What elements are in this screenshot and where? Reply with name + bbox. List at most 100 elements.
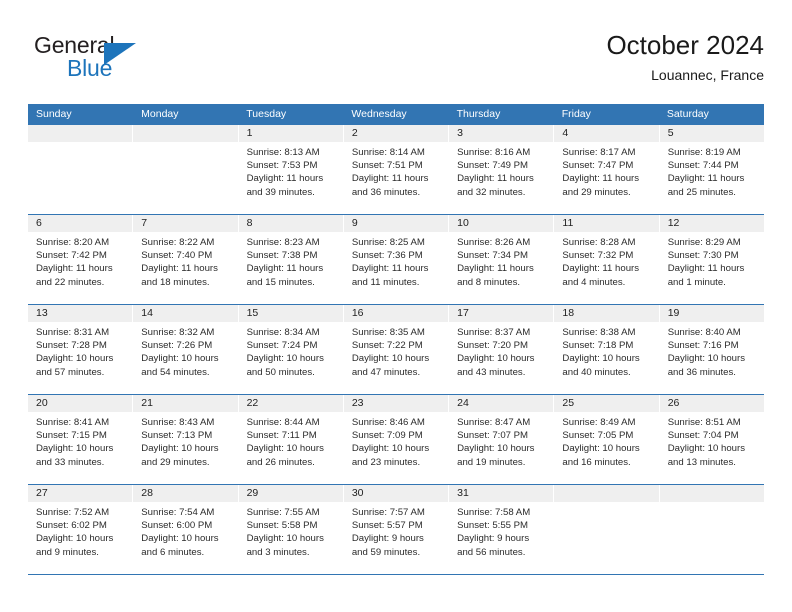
day-cell-16[interactable]: 16 Sunrise: 8:35 AM Sunset: 7:22 PM Dayligh… xyxy=(343,305,450,394)
day-number xyxy=(659,485,764,502)
day-details: Sunrise: 8:25 AM Sunset: 7:36 PM Daylight:… xyxy=(344,232,448,289)
sunrise-text: Sunrise: 7:58 AM xyxy=(457,507,531,518)
day-cell-8[interactable]: 8 Sunrise: 8:23 AM Sunset: 7:38 PM Daylight… xyxy=(238,215,344,304)
day-cell-30[interactable]: 30 Sunrise: 7:57 AM Sunset: 5:57 PM Dayligh… xyxy=(343,485,450,574)
day-details: Sunrise: 8:38 AM Sunset: 7:18 PM Daylight:… xyxy=(554,322,658,379)
sunrise-text: Sunrise: 7:52 AM xyxy=(36,507,110,518)
daylight-text: Daylight: 11 hours and 1 minute. xyxy=(667,263,745,288)
day-details: Sunrise: 8:44 AM Sunset: 7:11 PM Daylight:… xyxy=(239,412,343,469)
day-details: Sunrise: 8:29 AM Sunset: 7:30 PM Daylight:… xyxy=(660,232,764,289)
day-cell-1[interactable]: 1 Sunrise: 8:13 AM Sunset: 7:53 PM Daylight… xyxy=(238,125,344,214)
calendar-week-row: 27 Sunrise: 7:52 AM Sunset: 6:02 PM Dayligh… xyxy=(28,484,764,574)
day-details: Sunrise: 7:58 AM Sunset: 5:55 PM Daylight:… xyxy=(449,502,553,559)
day-number: 12 xyxy=(659,215,764,232)
day-cell-6[interactable]: 6 Sunrise: 8:20 AM Sunset: 7:42 PM Daylight… xyxy=(28,215,134,304)
day-cell-17[interactable]: 17 Sunrise: 8:37 AM Sunset: 7:20 PM Dayligh… xyxy=(449,305,555,394)
sunrise-text: Sunrise: 8:41 AM xyxy=(36,417,110,428)
sunrise-text: Sunrise: 8:46 AM xyxy=(351,417,425,428)
day-cell-23[interactable]: 23 Sunrise: 8:46 AM Sunset: 7:09 PM Dayligh… xyxy=(343,395,450,484)
brand-logo[interactable]: General Blue xyxy=(34,32,224,94)
daylight-text: Daylight: 10 hours and 3 minutes. xyxy=(246,533,324,558)
sunrise-text: Sunrise: 8:25 AM xyxy=(351,237,425,248)
day-details: Sunrise: 8:16 AM Sunset: 7:49 PM Daylight:… xyxy=(449,142,553,199)
sunset-text: Sunset: 7:26 PM xyxy=(141,340,213,352)
day-details: Sunrise: 8:49 AM Sunset: 7:05 PM Daylight:… xyxy=(554,412,658,469)
day-number: 8 xyxy=(238,215,343,232)
sunset-text: Sunset: 7:36 PM xyxy=(351,250,423,262)
daylight-text: Daylight: 10 hours and 9 minutes. xyxy=(36,533,114,558)
daylight-text: Daylight: 10 hours and 16 minutes. xyxy=(562,443,640,468)
day-cell-empty xyxy=(554,485,660,574)
day-number: 14 xyxy=(133,305,238,322)
page-header: General Blue October 2024 Louannec, Fran… xyxy=(28,28,764,96)
daylight-text: Daylight: 10 hours and 13 minutes. xyxy=(667,443,746,468)
calendar-grid: Sunday Monday Tuesday Wednesday Thursday Frid… xyxy=(28,104,764,575)
day-cell-19[interactable]: 19 Sunrise: 8:40 AM Sunset: 7:16 PM Dayligh… xyxy=(659,305,764,394)
day-cell-5[interactable]: 5 Sunrise: 8:19 AM Sunset: 7:44 PM Daylight… xyxy=(659,125,764,214)
sunset-text: Sunset: 5:55 PM xyxy=(457,520,529,532)
day-cell-14[interactable]: 14 Sunrise: 8:32 AM Sunset: 7:26 PM Dayligh… xyxy=(133,305,239,394)
sunrise-text: Sunrise: 8:44 AM xyxy=(246,417,320,428)
day-cell-21[interactable]: 21 Sunrise: 8:43 AM Sunset: 7:13 PM Dayligh… xyxy=(133,395,239,484)
sunset-text: Sunset: 7:07 PM xyxy=(457,430,529,442)
day-cell-3[interactable]: 3 Sunrise: 8:16 AM Sunset: 7:49 PM Daylight… xyxy=(449,125,555,214)
day-number: 31 xyxy=(449,485,554,502)
day-details: Sunrise: 8:31 AM Sunset: 7:28 PM Daylight:… xyxy=(28,322,132,379)
day-details: Sunrise: 8:37 AM Sunset: 7:20 PM Daylight:… xyxy=(449,322,553,379)
day-cell-25[interactable]: 25 Sunrise: 8:49 AM Sunset: 7:05 PM Dayligh… xyxy=(554,395,660,484)
day-cell-12[interactable]: 12 Sunrise: 8:29 AM Sunset: 7:30 PM Dayligh… xyxy=(659,215,764,304)
day-number: 1 xyxy=(238,125,343,142)
sunrise-text: Sunrise: 8:35 AM xyxy=(351,327,425,338)
day-number xyxy=(28,125,133,142)
day-cell-15[interactable]: 15 Sunrise: 8:34 AM Sunset: 7:24 PM Dayligh… xyxy=(238,305,344,394)
day-cell-11[interactable]: 11 Sunrise: 8:28 AM Sunset: 7:32 PM Dayligh… xyxy=(554,215,660,304)
day-number: 18 xyxy=(554,305,659,322)
sunrise-text: Sunrise: 8:17 AM xyxy=(562,147,636,158)
day-cell-2[interactable]: 2 Sunrise: 8:14 AM Sunset: 7:51 PM Daylight… xyxy=(343,125,450,214)
day-details: Sunrise: 8:43 AM Sunset: 7:13 PM Daylight:… xyxy=(133,412,237,469)
day-cell-26[interactable]: 26 Sunrise: 8:51 AM Sunset: 7:04 PM Dayligh… xyxy=(659,395,764,484)
sunrise-text: Sunrise: 8:34 AM xyxy=(246,327,320,338)
weekday-header-saturday: Saturday xyxy=(666,108,709,120)
day-cell-10[interactable]: 10 Sunrise: 8:26 AM Sunset: 7:34 PM Dayligh… xyxy=(449,215,555,304)
calendar-week-row: 6 Sunrise: 8:20 AM Sunset: 7:42 PM Daylight… xyxy=(28,214,764,304)
weekday-header-friday: Friday xyxy=(561,108,591,120)
page-title: October 2024 xyxy=(606,30,764,60)
day-number: 15 xyxy=(238,305,343,322)
day-details: Sunrise: 8:47 AM Sunset: 7:07 PM Daylight:… xyxy=(449,412,553,469)
day-number xyxy=(133,125,238,142)
day-cell-28[interactable]: 28 Sunrise: 7:54 AM Sunset: 6:00 PM Dayligh… xyxy=(133,485,239,574)
day-details: Sunrise: 7:54 AM Sunset: 6:00 PM Daylight:… xyxy=(133,502,237,559)
day-cell-13[interactable]: 13 Sunrise: 8:31 AM Sunset: 7:28 PM Dayligh… xyxy=(28,305,134,394)
weekday-header-monday: Monday xyxy=(141,108,179,120)
sunrise-text: Sunrise: 7:55 AM xyxy=(246,507,320,518)
sunset-text: Sunset: 5:57 PM xyxy=(351,520,423,532)
sunrise-text: Sunrise: 7:54 AM xyxy=(141,507,215,518)
day-number: 25 xyxy=(554,395,659,412)
daylight-text: Daylight: 10 hours and 43 minutes. xyxy=(457,353,535,378)
day-cell-18[interactable]: 18 Sunrise: 8:38 AM Sunset: 7:18 PM Dayligh… xyxy=(554,305,660,394)
day-details: Sunrise: 7:57 AM Sunset: 5:57 PM Daylight:… xyxy=(344,502,448,559)
day-number: 13 xyxy=(28,305,133,322)
sunset-text: Sunset: 7:42 PM xyxy=(36,250,107,262)
day-cell-9[interactable]: 9 Sunrise: 8:25 AM Sunset: 7:36 PM Daylight… xyxy=(343,215,450,304)
daylight-text: Daylight: 11 hours and 18 minutes. xyxy=(141,263,218,288)
sunset-text: Sunset: 7:51 PM xyxy=(351,160,423,172)
daylight-text: Daylight: 10 hours and 36 minutes. xyxy=(667,353,746,378)
day-cell-4[interactable]: 4 Sunrise: 8:17 AM Sunset: 7:47 PM Daylight… xyxy=(554,125,660,214)
sunrise-text: Sunrise: 8:28 AM xyxy=(562,237,636,248)
day-cell-27[interactable]: 27 Sunrise: 7:52 AM Sunset: 6:02 PM Dayligh… xyxy=(28,485,134,574)
day-cell-7[interactable]: 7 Sunrise: 8:22 AM Sunset: 7:40 PM Daylight… xyxy=(133,215,239,304)
day-number: 30 xyxy=(343,485,449,502)
day-number: 2 xyxy=(343,125,449,142)
day-cell-22[interactable]: 22 Sunrise: 8:44 AM Sunset: 7:11 PM Dayligh… xyxy=(238,395,344,484)
day-number: 22 xyxy=(238,395,343,412)
daylight-text: Daylight: 9 hours and 59 minutes. xyxy=(351,533,424,558)
sunset-text: Sunset: 7:05 PM xyxy=(562,430,634,442)
day-details: Sunrise: 8:28 AM Sunset: 7:32 PM Daylight:… xyxy=(554,232,658,289)
day-cell-29[interactable]: 29 Sunrise: 7:55 AM Sunset: 5:58 PM Dayligh… xyxy=(238,485,344,574)
day-cell-31[interactable]: 31 Sunrise: 7:58 AM Sunset: 5:55 PM Dayligh… xyxy=(449,485,555,574)
day-cell-20[interactable]: 20 Sunrise: 8:41 AM Sunset: 7:15 PM Dayligh… xyxy=(28,395,134,484)
sunset-text: Sunset: 7:04 PM xyxy=(667,430,739,442)
day-cell-24[interactable]: 24 Sunrise: 8:47 AM Sunset: 7:07 PM Dayligh… xyxy=(449,395,555,484)
